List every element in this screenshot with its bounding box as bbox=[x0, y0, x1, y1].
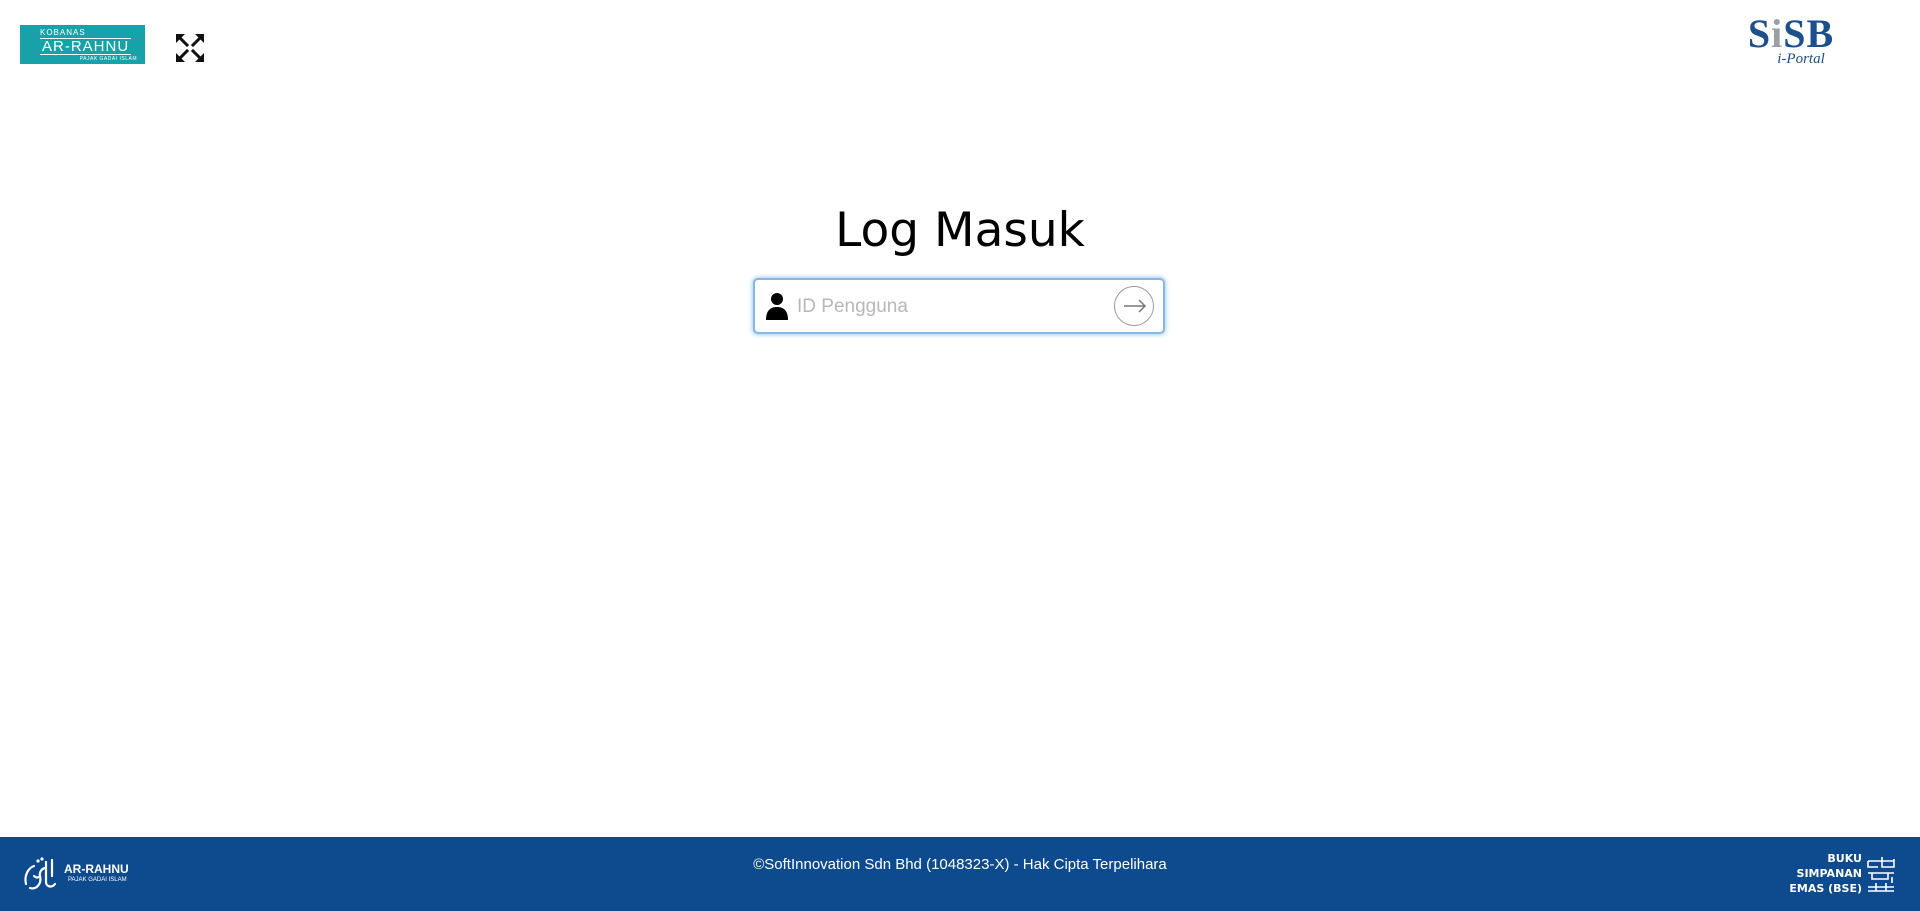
user-id-field-group bbox=[753, 278, 1165, 334]
footer-bse-logo: BUKU SIMPANAN EMAS (BSE) bbox=[1776, 851, 1896, 897]
footer: AR-RAHNU PAJAK GADAI ISLAM ©SoftInnovati… bbox=[0, 837, 1920, 911]
bse-logo-line1: BUKU bbox=[1827, 852, 1862, 865]
sisb-iportal-logo: SiSB i-Portal bbox=[1746, 11, 1836, 68]
bse-emblem-icon bbox=[1867, 857, 1895, 892]
bse-logo-line3: EMAS (BSE) bbox=[1789, 882, 1862, 895]
login-page: KOBANAS AR-RAHNU PAJAK GADAI ISLAM SiSB … bbox=[0, 0, 1920, 911]
footer-left-logo-tag: PAJAK GADAI ISLAM bbox=[68, 877, 127, 883]
copyright-text: ©SoftInnovation Sdn Bhd (1048323-X) - Ha… bbox=[753, 856, 1167, 873]
bse-logo-text: BUKU SIMPANAN EMAS (BSE) bbox=[1789, 851, 1862, 896]
ar-rahnu-logo: KOBANAS AR-RAHNU PAJAK GADAI ISLAM bbox=[20, 25, 145, 64]
sisb-logo-word: SiSB bbox=[1747, 11, 1835, 56]
brand-logo-tiny: PAJAK GADAI ISLAM bbox=[79, 56, 137, 62]
fullscreen-button[interactable] bbox=[174, 32, 206, 64]
brand-logo-big: AR-RAHNU bbox=[40, 38, 132, 55]
user-icon bbox=[766, 293, 788, 320]
bse-logo-line2: SIMPANAN bbox=[1796, 867, 1862, 880]
arrow-right-icon bbox=[1124, 299, 1147, 313]
user-id-input[interactable] bbox=[795, 288, 1099, 326]
brand-logo-small: KOBANAS bbox=[40, 28, 86, 37]
page-title: Log Masuk bbox=[835, 203, 1085, 258]
login-submit-button[interactable] bbox=[1114, 286, 1154, 326]
expand-icon bbox=[175, 33, 205, 63]
